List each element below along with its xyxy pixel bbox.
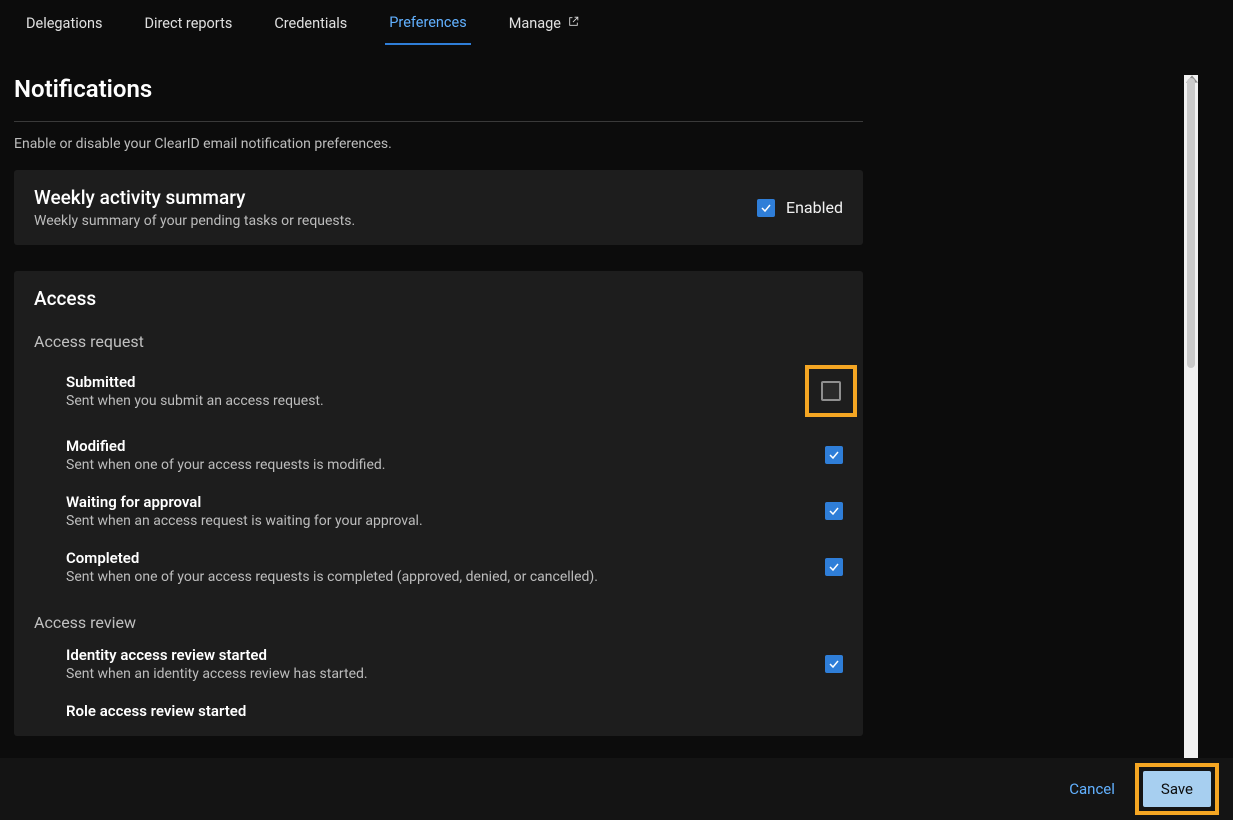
weekly-sub: Weekly summary of your pending tasks or …: [34, 213, 757, 229]
pref-submitted-title: Submitted: [66, 373, 805, 391]
pref-completed-title: Completed: [66, 549, 825, 567]
preferences-panel: Notifications Enable or disable your Cle…: [14, 75, 863, 758]
pref-role-review: Role access review started: [34, 702, 843, 720]
pref-modified-title: Modified: [66, 437, 825, 455]
external-link-icon: [567, 15, 580, 32]
pref-waiting: Waiting for approval Sent when an access…: [34, 493, 843, 529]
tab-manage[interactable]: Manage: [505, 9, 584, 44]
weekly-summary-card: Weekly activity summary Weekly summary o…: [14, 170, 863, 245]
pref-completed-desc: Sent when one of your access requests is…: [66, 569, 825, 585]
checkbox-modified[interactable]: [825, 446, 843, 464]
page-hint: Enable or disable your ClearID email not…: [14, 136, 863, 152]
pref-waiting-title: Waiting for approval: [66, 493, 825, 511]
weekly-title: Weekly activity summary: [34, 186, 757, 209]
pref-submitted: Submitted Sent when you submit an access…: [34, 365, 843, 417]
access-card: Access Access request Submitted Sent whe…: [14, 271, 863, 736]
pref-modified-desc: Sent when one of your access requests is…: [66, 457, 825, 473]
tab-manage-label: Manage: [509, 15, 561, 32]
tab-delegations[interactable]: Delegations: [22, 9, 106, 44]
pref-waiting-desc: Sent when an access request is waiting f…: [66, 513, 825, 529]
save-button[interactable]: Save: [1143, 771, 1211, 807]
scrollbar[interactable]: [1184, 75, 1198, 758]
checkbox-completed[interactable]: [825, 558, 843, 576]
highlight-submitted: [805, 365, 857, 417]
tab-credentials[interactable]: Credentials: [270, 9, 351, 44]
weekly-checkbox[interactable]: [757, 199, 775, 217]
checkbox-submitted[interactable]: [821, 381, 841, 401]
pref-completed: Completed Sent when one of your access r…: [34, 549, 843, 585]
scroll-thumb[interactable]: [1187, 78, 1195, 368]
tab-bar: Delegations Direct reports Credentials P…: [0, 0, 1233, 42]
footer-bar: Cancel Save: [0, 758, 1233, 820]
checkbox-identity-review[interactable]: [825, 655, 843, 673]
group-access-request: Access request: [34, 332, 843, 351]
pref-modified: Modified Sent when one of your access re…: [34, 437, 843, 473]
divider: [14, 121, 863, 122]
pref-identity-desc: Sent when an identity access review has …: [66, 666, 825, 682]
highlight-save: Save: [1135, 763, 1219, 815]
checkbox-waiting[interactable]: [825, 502, 843, 520]
pref-identity-review: Identity access review started Sent when…: [34, 646, 843, 682]
access-title: Access: [34, 287, 843, 310]
pref-role-title: Role access review started: [66, 702, 843, 720]
pref-submitted-desc: Sent when you submit an access request.: [66, 393, 805, 409]
group-access-review: Access review: [34, 613, 843, 632]
weekly-enabled-label: Enabled: [786, 198, 843, 217]
tab-direct-reports[interactable]: Direct reports: [140, 9, 236, 44]
pref-identity-title: Identity access review started: [66, 646, 825, 664]
cancel-button[interactable]: Cancel: [1065, 772, 1119, 806]
page-title: Notifications: [14, 75, 863, 103]
tab-preferences[interactable]: Preferences: [385, 8, 470, 45]
